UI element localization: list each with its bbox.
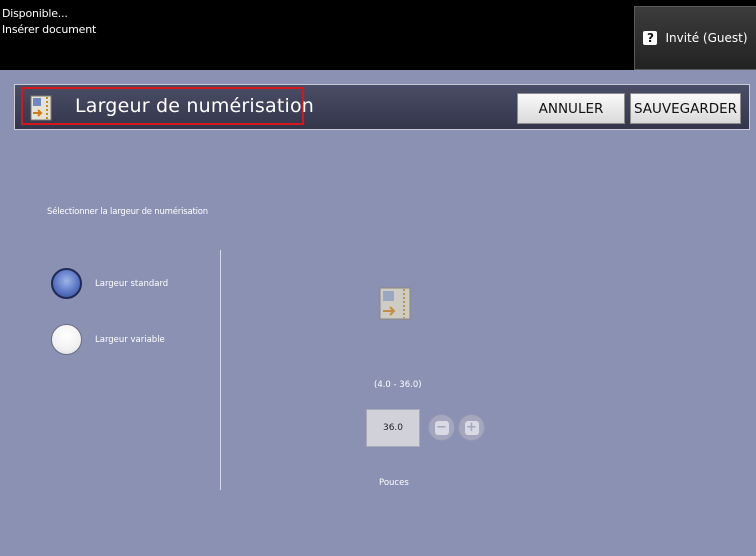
width-range-text: (4.0 - 36.0) (374, 380, 422, 390)
radio-variable-width-label[interactable]: Largeur variable (95, 335, 165, 345)
question-lock-icon: ? (643, 31, 658, 45)
plus-icon: + (464, 419, 479, 435)
page-header: Largeur de numérisation ANNULER SAUVEGAR… (14, 84, 750, 130)
title-highlight: Largeur de numérisation (21, 87, 314, 125)
increment-button[interactable]: + (458, 414, 485, 441)
radio-standard-width[interactable] (51, 268, 82, 299)
scan-document-icon (379, 287, 411, 320)
section-label: Sélectionner la largeur de numérisation (47, 207, 208, 217)
status-bar: Disponible... Insérer document ? Invité … (0, 0, 756, 70)
save-button[interactable]: SAUVEGARDER (630, 93, 741, 124)
page-title: Largeur de numérisation (75, 95, 315, 117)
unit-label: Pouces (379, 478, 409, 488)
width-value-field[interactable]: 36.0 (366, 409, 420, 447)
cancel-button[interactable]: ANNULER (517, 93, 625, 124)
decrement-button[interactable]: − (428, 414, 455, 441)
guest-user-label: Invité (Guest) (665, 31, 748, 45)
scan-document-icon (30, 95, 52, 121)
radio-standard-width-label[interactable]: Largeur standard (95, 279, 168, 289)
status-message: Insérer document (2, 23, 97, 36)
radio-variable-width[interactable] (51, 324, 82, 355)
guest-user-button[interactable]: ? Invité (Guest) (634, 6, 756, 70)
minus-icon: − (434, 419, 449, 435)
machine-status: Disponible... (2, 7, 68, 20)
column-divider (220, 250, 221, 490)
